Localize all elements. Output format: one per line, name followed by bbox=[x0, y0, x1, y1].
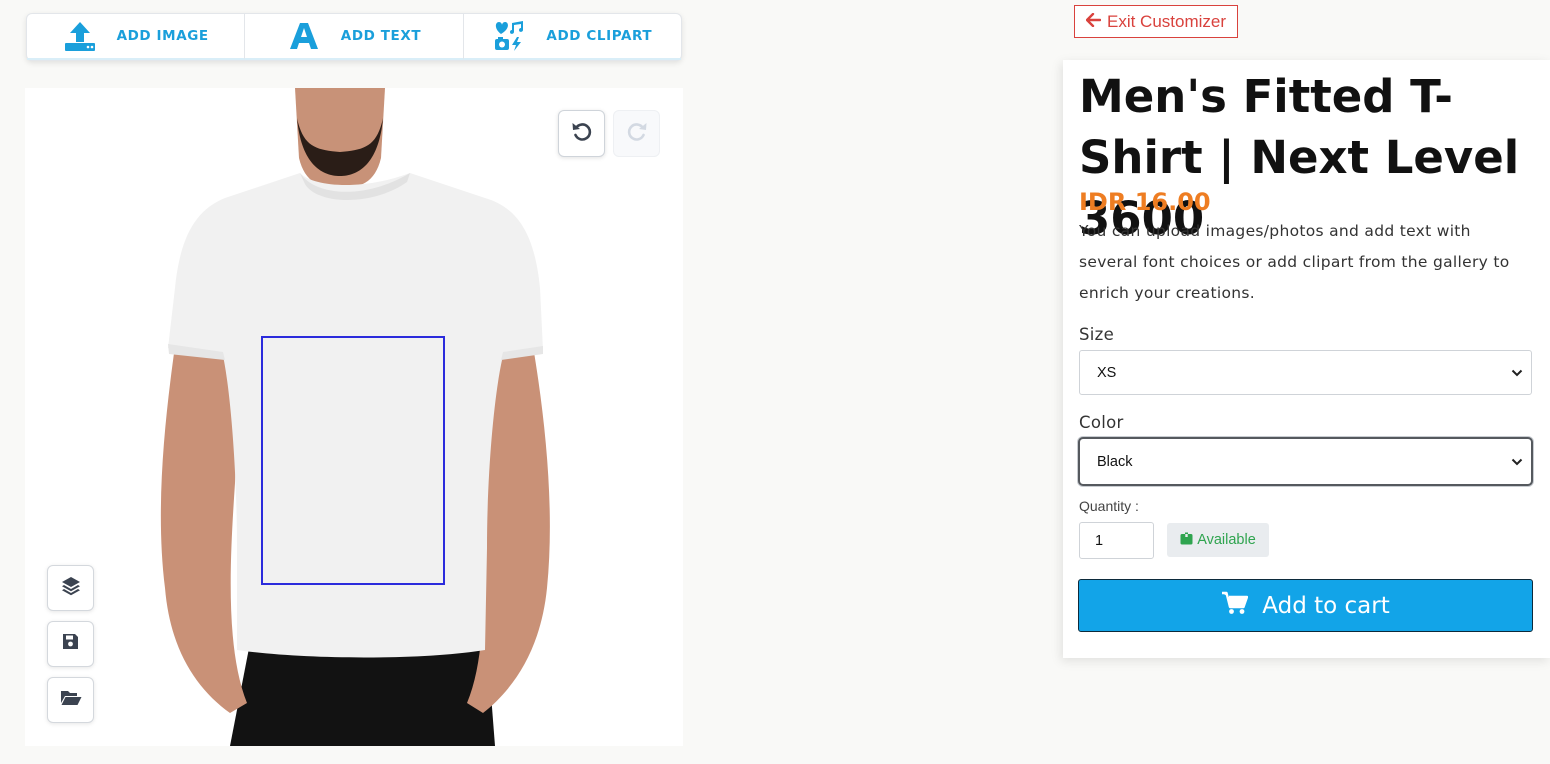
quantity-label: Quantity : bbox=[1079, 498, 1139, 514]
undo-icon bbox=[571, 120, 593, 147]
add-text-button[interactable]: ADD TEXT bbox=[245, 14, 464, 60]
product-price: IDR 16.00 bbox=[1079, 188, 1211, 216]
size-label: Size bbox=[1079, 325, 1115, 344]
save-icon bbox=[62, 633, 79, 655]
add-clipart-label: ADD CLIPART bbox=[546, 28, 653, 44]
save-button[interactable] bbox=[47, 621, 94, 667]
box-icon bbox=[1180, 532, 1193, 549]
add-text-label: ADD TEXT bbox=[340, 28, 422, 44]
cart-icon bbox=[1221, 591, 1249, 621]
product-panel: Men's Fitted T-Shirt | Next Level 3600 I… bbox=[1063, 60, 1550, 658]
add-image-button[interactable]: ADD IMAGE bbox=[27, 14, 246, 60]
redo-icon bbox=[626, 120, 648, 147]
layers-button[interactable] bbox=[47, 565, 94, 611]
print-area[interactable] bbox=[261, 336, 445, 585]
add-to-cart-button[interactable]: Add to cart bbox=[1078, 579, 1533, 632]
color-value: Black bbox=[1097, 453, 1133, 470]
product-description: You can upload images/photos and add tex… bbox=[1079, 222, 1510, 302]
redo-button[interactable] bbox=[613, 110, 660, 157]
quantity-input[interactable]: 1 bbox=[1079, 522, 1154, 559]
exit-customizer-label: Exit Customizer bbox=[1107, 11, 1227, 31]
open-button[interactable] bbox=[47, 677, 94, 723]
arrow-left-icon bbox=[1085, 12, 1102, 32]
size-select[interactable]: XS bbox=[1079, 350, 1532, 395]
availability-badge: Available bbox=[1167, 523, 1269, 557]
letter-a-icon bbox=[287, 19, 321, 53]
upload-icon bbox=[63, 19, 97, 53]
color-select[interactable]: Black bbox=[1078, 437, 1533, 486]
add-clipart-button[interactable]: ADD CLIPART bbox=[463, 14, 681, 60]
size-value: XS bbox=[1097, 364, 1117, 381]
add-to-cart-label: Add to cart bbox=[1262, 592, 1390, 619]
chevron-down-icon bbox=[1511, 365, 1523, 381]
availability-label: Available bbox=[1197, 532, 1256, 548]
add-image-label: ADD IMAGE bbox=[116, 28, 209, 44]
design-toolbar: ADD IMAGE ADD TEXT ADD CLIPART bbox=[26, 13, 682, 61]
chevron-down-icon bbox=[1511, 454, 1523, 470]
undo-button[interactable] bbox=[558, 110, 605, 157]
folder-open-icon bbox=[60, 689, 82, 711]
clipart-icon bbox=[492, 19, 526, 53]
color-label: Color bbox=[1079, 413, 1124, 432]
layers-icon bbox=[61, 576, 81, 601]
exit-customizer-button[interactable]: Exit Customizer bbox=[1074, 5, 1239, 38]
design-canvas[interactable] bbox=[25, 88, 683, 746]
